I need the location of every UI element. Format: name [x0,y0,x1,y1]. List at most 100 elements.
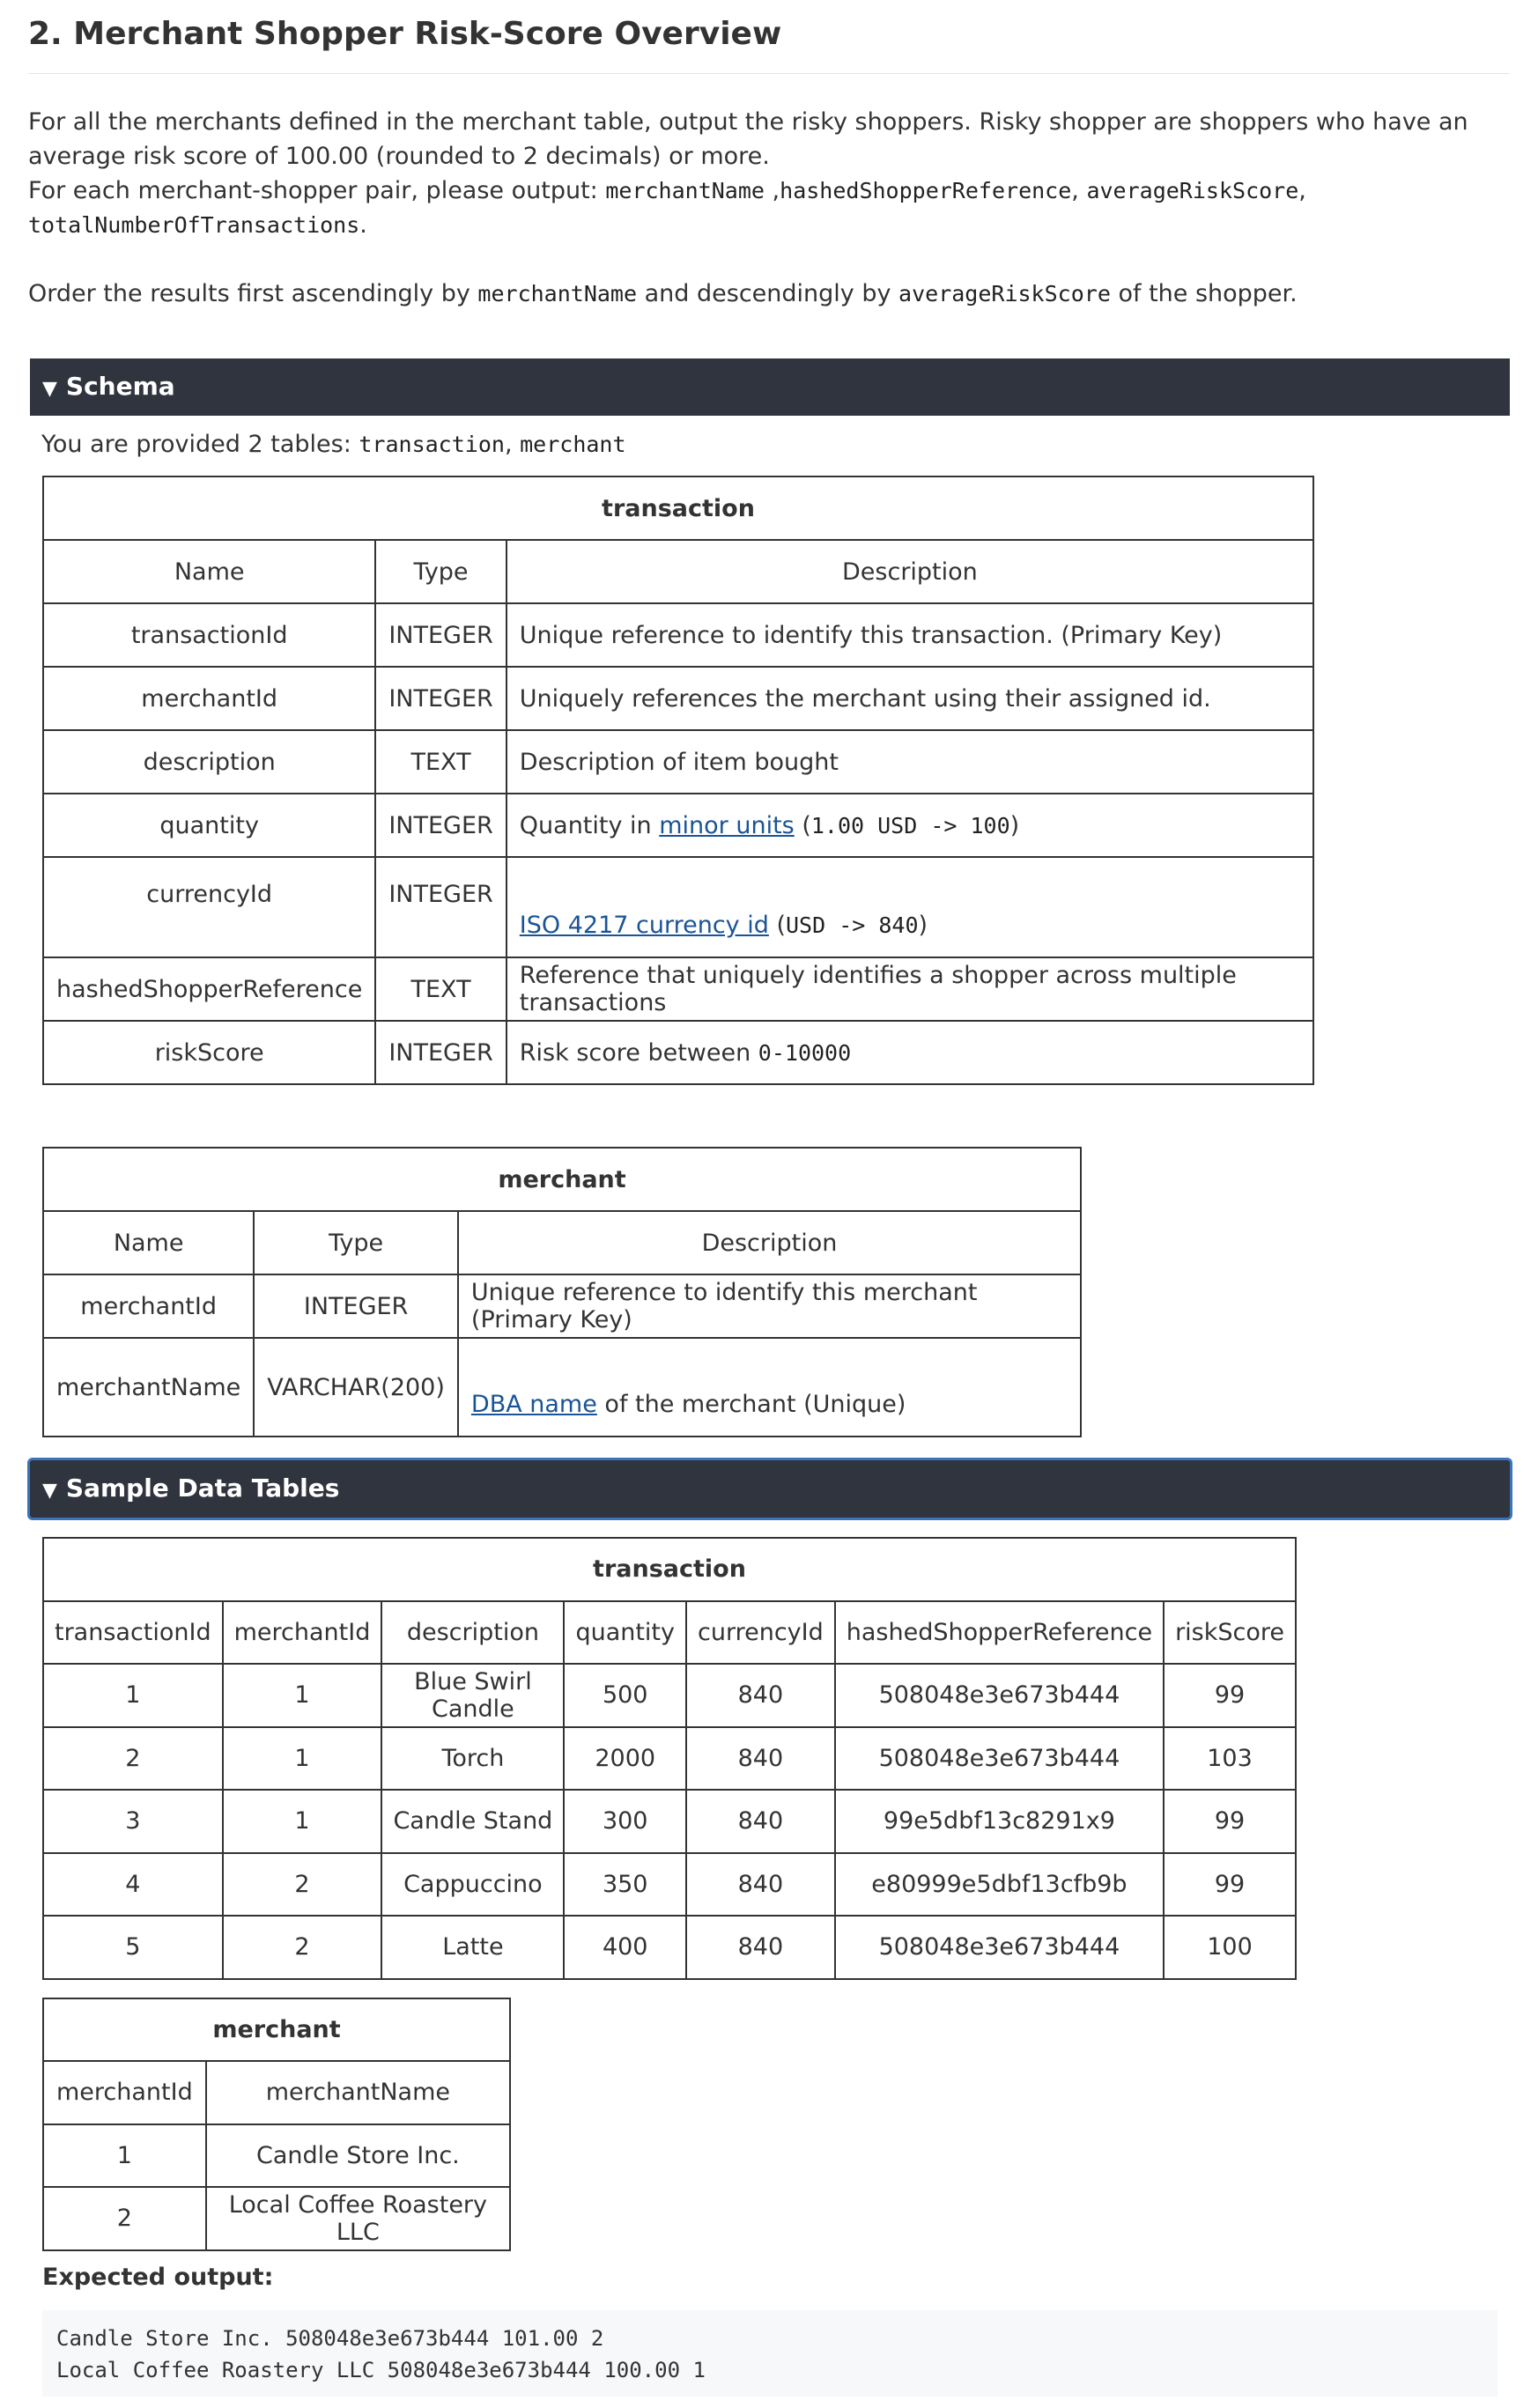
field-code: hashedShopperReference [780,178,1072,203]
column-header: Name [41,1210,255,1275]
intro-paragraph: For all the merchants defined in the mer… [28,108,1468,170]
output-fields-line: For each merchant-shopper pair, please o… [28,177,1306,239]
table-cell: 2 [221,1851,383,1917]
table-cell: 840 [685,1663,836,1728]
schema-toggle[interactable]: ▼ Schema [30,358,1510,416]
column-header: description [381,1599,566,1665]
field-name: currencyId [41,856,377,958]
page: 2. Merchant Shopper Risk-Score Overview … [0,0,1538,2408]
table-cell: 350 [563,1851,687,1917]
table-row: transactionId INTEGER Unique reference t… [41,602,1315,668]
table-cell: 5 [42,1915,224,1980]
example-code: 0-10000 [758,1039,852,1066]
example-code: 1.00 USD -> 100 [810,812,1010,838]
dba-name-link[interactable]: DBA name [471,1391,597,1418]
field-name: quantity [41,793,377,858]
expected-output-label: Expected output: [42,2263,274,2291]
table-row: 5 2 Latte 400 840 508048e3e673b444 100 [42,1915,1297,1980]
example-code: USD -> 840 [786,912,919,938]
table-header-row: Name Type Description [41,539,1315,604]
table-row: merchantId INTEGER Uniquely references t… [41,666,1315,731]
table-row: currencyId INTEGER ISO 4217 currency id … [41,856,1315,958]
table-cell: 99 [1163,1851,1297,1917]
column-header: Type [253,1210,459,1275]
table-caption: merchant [42,1147,1082,1212]
table-row: 1 1 Blue Swirl Candle 500 840 508048e3e6… [42,1663,1297,1728]
table-caption-row: transaction [42,1537,1297,1602]
table-caption: merchant [42,1997,511,2062]
table-caption-row: merchant [42,1147,1082,1212]
table-row: merchantId INTEGER Unique reference to i… [41,1274,1083,1339]
tables-provided-text: You are provided 2 tables: transaction, … [41,431,626,458]
column-header: Type [374,539,507,604]
field-description: Reference that uniquely identifies a sho… [505,957,1315,1022]
table-row: 2 1 Torch 2000 840 508048e3e673b444 103 [42,1725,1297,1791]
field-name: description [41,729,377,794]
table-name-code: transaction [359,432,505,457]
table-caption: transaction [42,1537,1297,1602]
minor-units-link[interactable]: minor units [659,812,795,839]
table-cell: Latte [381,1915,566,1980]
field-type: TEXT [374,729,507,794]
field-code: totalNumberOfTransactions [28,212,360,238]
column-header: transactionId [42,1599,224,1665]
table-row: 3 1 Candle Stand 300 840 99e5dbf13c8291x… [42,1789,1297,1854]
sample-transaction-table: transaction transactionId merchantId des… [42,1537,1297,1980]
column-header: Description [505,539,1315,604]
table-cell: 1 [221,1663,383,1728]
field-description: Risk score between 0-10000 [505,1020,1315,1085]
table-cell: Candle Stand [381,1789,566,1854]
triangle-down-icon: ▼ [42,1480,57,1502]
column-header: hashedShopperReference [833,1599,1165,1665]
table-cell: 840 [685,1725,836,1791]
table-cell: 2 [221,1915,383,1980]
table-cell: e80999e5dbf13cfb9b [833,1851,1165,1917]
table-row: hashedShopperReference TEXT Reference th… [41,957,1315,1022]
problem-intro: For all the merchants defined in the mer… [28,105,1510,311]
table-cell: Blue Swirl Candle [381,1663,566,1728]
table-cell: Torch [381,1725,566,1791]
field-name: hashedShopperReference [41,957,377,1022]
output-line: Candle Store Inc. 508048e3e673b444 101.0… [56,2325,604,2351]
table-cell: 100 [1163,1915,1297,1980]
triangle-down-icon: ▼ [42,378,57,400]
table-header-row: merchantId merchantName [42,2060,512,2125]
field-type: INTEGER [374,666,507,731]
field-type: INTEGER [374,602,507,668]
table-cell: Cappuccino [381,1851,566,1917]
field-description: Quantity in minor units (1.00 USD -> 100… [505,793,1315,858]
field-description: Unique reference to identify this mercha… [456,1274,1083,1339]
field-name: merchantName [41,1337,255,1437]
order-line: Order the results first ascendingly by m… [28,280,1298,307]
column-header: Description [456,1210,1083,1275]
schema-transaction-table: transaction Name Type Description transa… [41,476,1315,1085]
sample-header-label: Sample Data Tables [65,1474,340,1503]
table-cell: 4 [42,1851,224,1917]
column-header: merchantId [42,2060,207,2125]
field-code: averageRiskScore [1086,178,1299,203]
table-cell: 508048e3e673b444 [833,1663,1165,1728]
table-caption: transaction [42,476,1314,541]
table-cell: 99e5dbf13c8291x9 [833,1789,1165,1854]
sample-data-toggle[interactable]: ▼ Sample Data Tables [30,1460,1510,1518]
field-type: INTEGER [374,856,507,958]
iso-4217-link[interactable]: ISO 4217 currency id [520,912,769,939]
table-name-code: merchant [520,432,626,457]
field-description: ISO 4217 currency id (USD -> 840) [505,856,1315,958]
table-cell: Candle Store Inc. [204,2123,512,2188]
table-header-row: transactionId merchantId description qua… [42,1599,1297,1665]
sample-merchant-table: merchant merchantId merchantName 1 Candl… [42,1997,512,2251]
table-caption-row: merchant [42,1997,511,2062]
table-cell: 2 [42,1725,224,1791]
page-title: 2. Merchant Shopper Risk-Score Overview [28,0,1510,74]
table-cell: 300 [563,1789,687,1854]
column-header: merchantId [221,1599,383,1665]
field-description: Uniquely references the merchant using t… [505,666,1315,731]
table-cell: 99 [1163,1663,1297,1728]
table-cell: 103 [1163,1725,1297,1791]
column-header: riskScore [1163,1599,1297,1665]
table-row: quantity INTEGER Quantity in minor units… [41,793,1315,858]
column-header: merchantName [204,2060,512,2125]
table-cell: 400 [563,1915,687,1980]
field-code: averageRiskScore [898,281,1111,307]
